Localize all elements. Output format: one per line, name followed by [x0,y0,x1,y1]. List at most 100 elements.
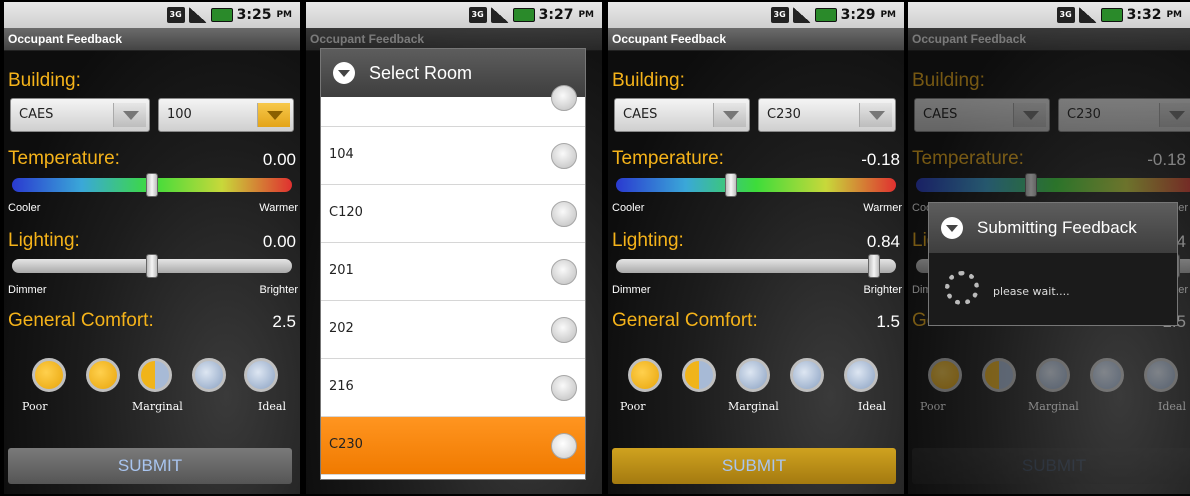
building-label: Building: [612,70,685,91]
list-item-partial-top [321,85,585,127]
building-spinner[interactable]: CAES [10,98,150,132]
comfort-radio-4[interactable] [192,358,226,392]
room-value: 100 [167,107,192,122]
comfort-radio-3[interactable] [138,358,172,392]
room-spinner[interactable]: 100 [158,98,294,132]
comfort-value: 2.5 [272,312,296,331]
building-value: CAES [923,107,958,122]
comfort-radio-5[interactable] [244,358,278,392]
status-bar: 3G 3:32 PM [908,2,1190,28]
temperature-label: Temperature: [612,148,724,169]
lighting-slider[interactable] [616,259,896,273]
ideal-label: Ideal [258,400,286,413]
room-option-label: 104 [329,147,354,162]
3g-icon: 3G [770,7,789,23]
list-item[interactable]: 104 [321,127,585,185]
comfort-radio-1[interactable] [628,358,662,392]
comfort-radio-3[interactable] [1036,358,1070,392]
status-bar: 3G 3:29 PM [608,2,904,28]
comfort-radio-2[interactable] [682,358,716,392]
lighting-label: Lighting: [612,230,684,251]
screen-3: 3G 3:29 PM Occupant Feedback Building: CA… [608,2,904,494]
list-item[interactable]: C120 [321,185,585,243]
warmer-label: Warmer [863,202,902,214]
list-item-selected[interactable]: C230 [321,417,585,475]
temperature-slider[interactable] [916,178,1190,192]
comfort-radio-5[interactable] [844,358,878,392]
dialog-header: Submitting Feedback [929,203,1177,253]
lighting-value: 0.84 [866,232,900,251]
battery-icon [814,8,837,22]
ideal-label: Ideal [1158,400,1186,413]
list-item[interactable]: 216 [321,359,585,417]
room-option-label: C230 [329,437,363,452]
comfort-radio-2[interactable] [982,358,1016,392]
list-item[interactable]: 201 [321,243,585,301]
building-spinner[interactable]: CAES [614,98,750,132]
poor-label: Poor [920,400,946,413]
app-title: Occupant Feedback [908,28,1190,51]
building-value: CAES [19,107,54,122]
marginal-label: Marginal [132,400,183,413]
comfort-radio-1[interactable] [32,358,66,392]
lighting-slider-thumb[interactable] [867,254,880,278]
clock-ampm: PM [880,10,896,20]
dropdown-circle-icon [333,62,355,84]
marginal-label: Marginal [728,400,779,413]
dialog-title: Select Room [369,63,473,83]
building-spinner[interactable]: CAES [914,98,1050,132]
temperature-label: Temperature: [8,148,120,169]
signal-icon [490,7,509,23]
room-value: C230 [767,107,801,122]
clock: 3:27 [538,7,574,23]
temperature-slider[interactable] [616,178,896,192]
comfort-radio-3[interactable] [736,358,770,392]
signal-icon [792,7,811,23]
brighter-label: Brighter [259,284,298,296]
room-value: C230 [1067,107,1101,122]
screen-1: 3G 3:25 PM Occupant Feedback Building: CA… [4,2,300,494]
comfort-label: General Comfort: [612,310,758,331]
clock-ampm: PM [276,10,292,20]
submit-button[interactable]: SUBMIT [912,448,1190,484]
dialog-title: Submitting Feedback [977,218,1137,237]
dialog-header: Select Room [321,49,585,97]
clock: 3:32 [1126,7,1162,23]
room-option-label: 216 [329,379,354,394]
room-spinner[interactable]: C230 [1058,98,1190,132]
comfort-radio-1[interactable] [928,358,962,392]
lighting-value: 0.00 [262,232,296,251]
radio-icon [551,259,577,285]
dropdown-arrow-icon [1159,103,1190,127]
submit-button[interactable]: SUBMIT [8,448,292,484]
submit-button[interactable]: SUBMIT [612,448,896,484]
dimmer-label: Dimmer [612,284,651,296]
comfort-radio-4[interactable] [790,358,824,392]
clock-ampm: PM [578,10,594,20]
room-spinner[interactable]: C230 [758,98,896,132]
building-label: Building: [8,70,81,91]
brighter-label: Brighter [863,284,902,296]
cooler-label: Cooler [612,202,645,214]
comfort-radio-2[interactable] [86,358,120,392]
temperature-slider-thumb[interactable] [1024,173,1037,197]
room-option-label: 202 [329,321,354,336]
3g-icon: 3G [166,7,185,23]
comfort-radio-4[interactable] [1090,358,1124,392]
warmer-label: Warmer [259,202,298,214]
temperature-slider-thumb[interactable] [146,173,158,197]
temperature-slider-thumb[interactable] [724,173,737,197]
building-value: CAES [623,107,658,122]
lighting-slider-thumb[interactable] [146,254,158,278]
3g-icon: 3G [468,7,487,23]
list-item[interactable]: 202 [321,301,585,359]
battery-icon [1100,8,1123,22]
temperature-value: 0.00 [262,150,296,169]
dropdown-arrow-icon [713,103,746,127]
comfort-radio-5[interactable] [1144,358,1178,392]
temperature-value: -0.18 [861,150,900,169]
screen-2: 3G 3:27 PM Occupant Feedback Select Room … [306,2,602,494]
comfort-value: 1.5 [876,312,900,331]
marginal-label: Marginal [1028,400,1079,413]
radio-icon [551,317,577,343]
